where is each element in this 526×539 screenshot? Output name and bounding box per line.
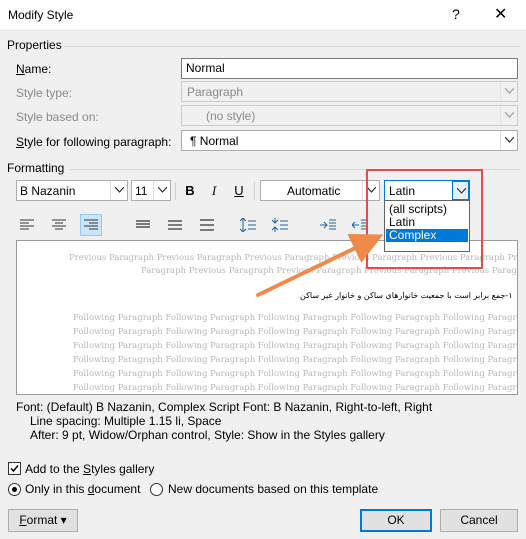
title-bar: Modify Style ? ✕ — [0, 0, 526, 31]
annotation-arrow — [256, 234, 384, 297]
underline-button[interactable]: U — [228, 180, 250, 202]
style-description-line: Font: (Default) B Nazanin, Complex Scrip… — [16, 400, 433, 414]
formatting-group-label: Formatting — [7, 161, 65, 175]
following-label: Style for following paragraph: — [16, 135, 172, 149]
chevron-down-icon — [110, 181, 127, 200]
only-document-radio[interactable] — [8, 483, 21, 496]
preview-following-line: Following Paragraph Following Paragraph … — [73, 341, 518, 351]
style-description-line: After: 9 pt, Widow/Orphan control, Style… — [30, 428, 385, 442]
size-value: 11 — [135, 184, 148, 198]
new-documents-radio[interactable] — [150, 483, 163, 496]
name-label: Name: — [16, 62, 52, 76]
style-type-label: Style type: — [16, 86, 73, 100]
cancel-button[interactable]: Cancel — [440, 509, 518, 532]
font-select[interactable]: B Nazanin — [16, 180, 128, 201]
following-style-select[interactable]: ¶ Normal — [181, 130, 518, 151]
font-value: B Nazanin — [20, 184, 76, 198]
toolbar-separator — [254, 182, 255, 200]
style-type-value: Paragraph — [187, 85, 244, 99]
properties-divider — [64, 46, 520, 47]
color-value: Automatic — [287, 184, 341, 198]
only-document-label: Only in this document — [25, 482, 141, 496]
name-value: Normal — [186, 61, 225, 75]
single-spacing-button[interactable] — [164, 214, 186, 236]
style-type-select[interactable]: Paragraph — [181, 81, 518, 102]
chevron-down-icon — [500, 131, 517, 150]
preview-following-line: Following Paragraph Following Paragraph … — [73, 369, 518, 379]
checkmark-icon — [10, 465, 19, 473]
properties-group-label: Properties — [7, 38, 62, 52]
dialog-title: Modify Style — [8, 8, 74, 22]
close-button[interactable]: ✕ — [494, 4, 507, 24]
ok-button[interactable]: OK — [360, 509, 432, 532]
preview-following-line: Following Paragraph Following Paragraph … — [73, 383, 518, 393]
align-left-button[interactable] — [16, 214, 38, 236]
bold-button[interactable]: B — [179, 180, 201, 202]
preview-following-line: Following Paragraph Following Paragraph … — [73, 313, 518, 323]
preview-following-line: Following Paragraph Following Paragraph … — [73, 327, 518, 337]
color-select[interactable]: Automatic — [260, 180, 380, 201]
size-select[interactable]: 11 — [131, 180, 171, 201]
new-documents-label: New documents based on this template — [168, 482, 379, 496]
chevron-down-icon — [500, 82, 517, 101]
double-spacing-button[interactable] — [196, 214, 218, 236]
preview-following-line: Following Paragraph Following Paragraph … — [73, 355, 518, 365]
format-button[interactable]: Format ▾ — [8, 509, 78, 532]
based-on-label: Style based on: — [16, 110, 99, 124]
add-gallery-label: Add to the Styles gallery — [25, 462, 155, 476]
help-button[interactable]: ? — [452, 6, 460, 22]
based-on-value: (no style) — [206, 109, 256, 123]
chevron-down-icon — [153, 181, 170, 200]
add-gallery-checkbox[interactable] — [8, 462, 21, 475]
align-right-button[interactable] — [80, 214, 102, 236]
name-field[interactable]: Normal — [181, 58, 518, 79]
align-center-button[interactable] — [48, 214, 70, 236]
toolbar-separator — [175, 182, 176, 200]
justify-button[interactable] — [132, 214, 154, 236]
chevron-down-icon — [500, 106, 517, 125]
following-value: ¶ Normal — [190, 134, 239, 148]
style-description-line: Line spacing: Multiple 1.15 li, Space — [30, 414, 222, 428]
italic-button[interactable]: I — [203, 180, 225, 202]
based-on-select[interactable]: (no style) — [181, 105, 518, 126]
